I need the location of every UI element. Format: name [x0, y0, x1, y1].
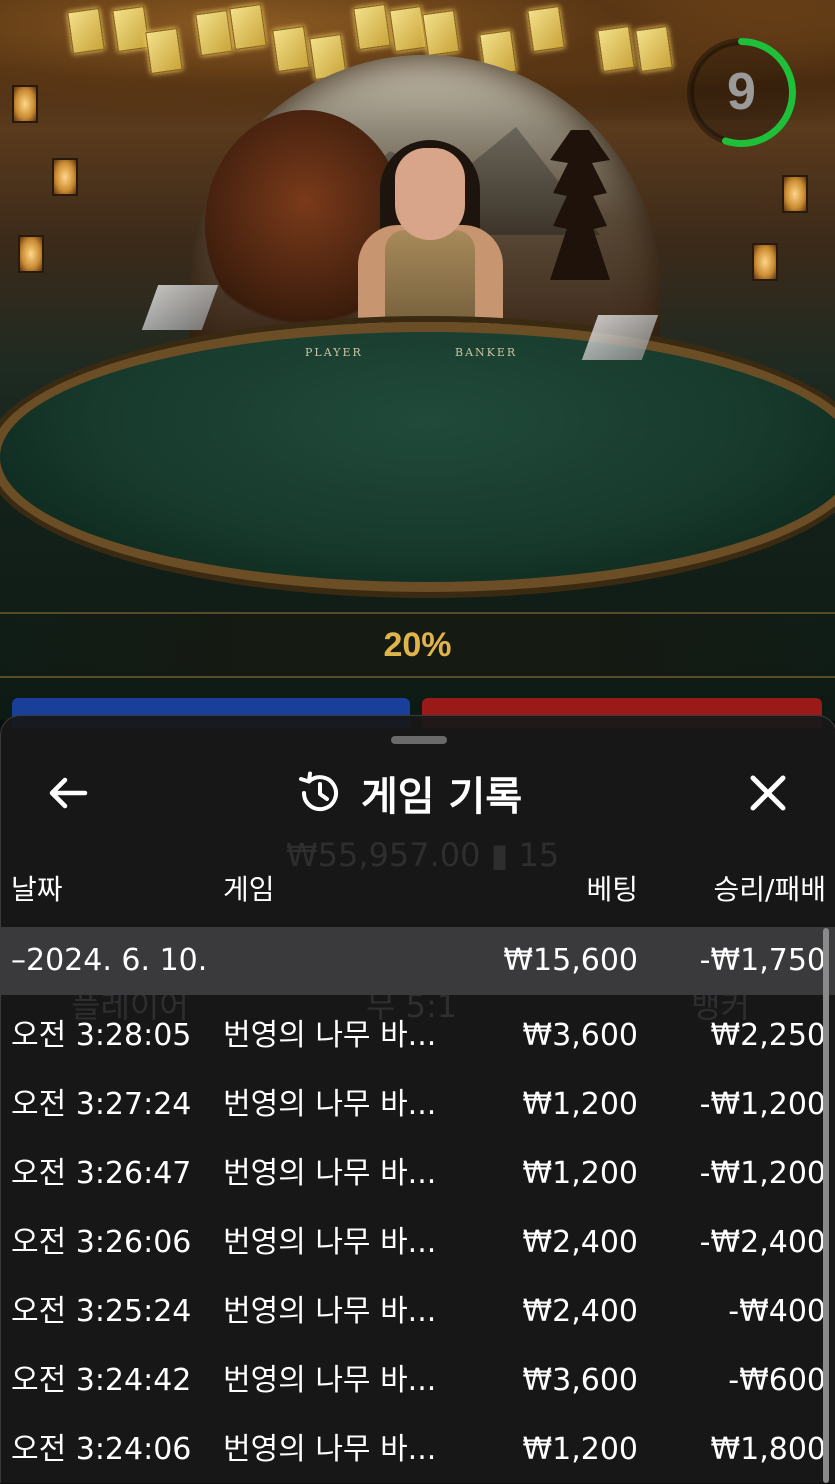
gold-card-decoration [389, 5, 427, 53]
lantern [752, 243, 778, 281]
column-header-date: 날짜 [11, 873, 63, 906]
drag-handle[interactable] [391, 736, 447, 744]
history-bet-amount: ₩1,200 [522, 1156, 638, 1191]
payout-percent: 20% [383, 626, 452, 664]
scrollbar-thumb[interactable] [823, 928, 829, 1483]
history-game-name: 번영의 나무 바... [223, 1156, 437, 1191]
gold-card-decoration [195, 9, 233, 57]
payout-bar: 20% [0, 612, 835, 678]
history-time: 오전 3:24:42 [11, 1363, 192, 1398]
history-bet-amount: ₩2,400 [522, 1225, 638, 1260]
history-game-name: 번영의 나무 바... [223, 1363, 437, 1398]
history-bet-amount: ₩1,200 [522, 1432, 638, 1467]
panel-title-text: 게임 기록 [361, 774, 523, 820]
history-row[interactable]: 오전 3:24:06 번영의 나무 바... ₩1,200 ₩1,800 [1, 1416, 835, 1484]
history-time: 오전 3:26:47 [11, 1156, 192, 1191]
history-bet-amount: ₩2,400 [522, 1294, 638, 1329]
timer-value: 9 [727, 63, 756, 121]
column-header-bet: 베팅 [586, 873, 638, 906]
lantern [18, 235, 44, 273]
date-group-bet-total: ₩15,600 [503, 943, 638, 978]
date-group-row[interactable]: –2024. 6. 10. ₩15,600 -₩1,750 [1, 927, 835, 995]
history-result-amount: -₩1,200 [699, 1156, 826, 1191]
game-history-panel: ₩55,957.00 ▮ 15 플레이어 무 5:1 뱅커 게임 기록 날짜 게… [0, 715, 835, 1483]
history-result-amount: -₩1,200 [699, 1087, 826, 1122]
gold-card-decoration [272, 25, 310, 73]
column-header-game: 게임 [223, 873, 275, 906]
history-bet-amount: ₩3,600 [522, 1363, 638, 1398]
dealer-face [395, 148, 465, 240]
history-result-amount: -₩2,400 [699, 1225, 826, 1260]
table-label-player: PLAYER [305, 346, 363, 359]
gold-card-decoration [635, 25, 673, 73]
history-time: 오전 3:24:06 [11, 1432, 192, 1467]
history-bet-amount: ₩1,200 [522, 1087, 638, 1122]
history-row[interactable]: 오전 3:28:05 번영의 나무 바... ₩3,600 ₩2,250 [1, 1002, 835, 1070]
history-time: 오전 3:27:24 [11, 1087, 192, 1122]
history-clock-icon [299, 771, 338, 812]
lantern [52, 158, 78, 196]
back-button[interactable] [41, 768, 97, 818]
history-time: 오전 3:26:06 [11, 1225, 192, 1260]
history-row[interactable]: 오전 3:27:24 번영의 나무 바... ₩1,200 -₩1,200 [1, 1071, 835, 1139]
history-game-name: 번영의 나무 바... [223, 1018, 437, 1053]
gold-card-decoration [527, 5, 565, 53]
close-x-icon [750, 775, 786, 811]
column-header-result: 승리/패배 [713, 873, 826, 906]
baccarat-table [0, 322, 835, 592]
gold-card-decoration [353, 3, 391, 51]
countdown-timer: 9 [684, 35, 799, 150]
gold-card-decoration [112, 5, 150, 53]
date-group-label: –2024. 6. 10. [11, 943, 208, 978]
lantern [12, 85, 38, 123]
history-row[interactable]: 오전 3:24:42 번영의 나무 바... ₩3,600 -₩600 [1, 1347, 835, 1415]
history-game-name: 번영의 나무 바... [223, 1294, 437, 1329]
history-game-name: 번영의 나무 바... [223, 1225, 437, 1260]
date-group-result-total: -₩1,750 [699, 943, 826, 978]
gold-card-decoration [67, 7, 105, 55]
history-result-amount: ₩2,250 [710, 1018, 826, 1053]
history-row[interactable]: 오전 3:26:47 번영의 나무 바... ₩1,200 -₩1,200 [1, 1140, 835, 1208]
gold-card-decoration [145, 27, 183, 75]
gold-card-decoration [422, 9, 460, 57]
scrollbar[interactable] [823, 928, 829, 1483]
history-row[interactable]: 오전 3:25:24 번영의 나무 바... ₩2,400 -₩400 [1, 1278, 835, 1346]
history-row[interactable]: 오전 3:26:06 번영의 나무 바... ₩2,400 -₩2,400 [1, 1209, 835, 1277]
history-game-name: 번영의 나무 바... [223, 1432, 437, 1467]
history-time: 오전 3:25:24 [11, 1294, 192, 1329]
history-time: 오전 3:28:05 [11, 1018, 192, 1053]
close-button[interactable] [743, 768, 793, 818]
arrow-left-icon [49, 777, 88, 809]
gold-card-decoration [597, 25, 635, 73]
history-result-amount: ₩1,800 [710, 1432, 826, 1467]
history-result-amount: -₩400 [728, 1294, 826, 1329]
lantern [782, 175, 808, 213]
history-result-amount: -₩600 [728, 1363, 826, 1398]
table-header: 날짜 게임 베팅 승리/패배 [1, 866, 835, 926]
gold-card-decoration [229, 3, 267, 51]
history-bet-amount: ₩3,600 [522, 1018, 638, 1053]
history-game-name: 번영의 나무 바... [223, 1087, 437, 1122]
panel-title: 게임 기록 [297, 768, 522, 820]
table-label-banker: BANKER [455, 346, 518, 359]
